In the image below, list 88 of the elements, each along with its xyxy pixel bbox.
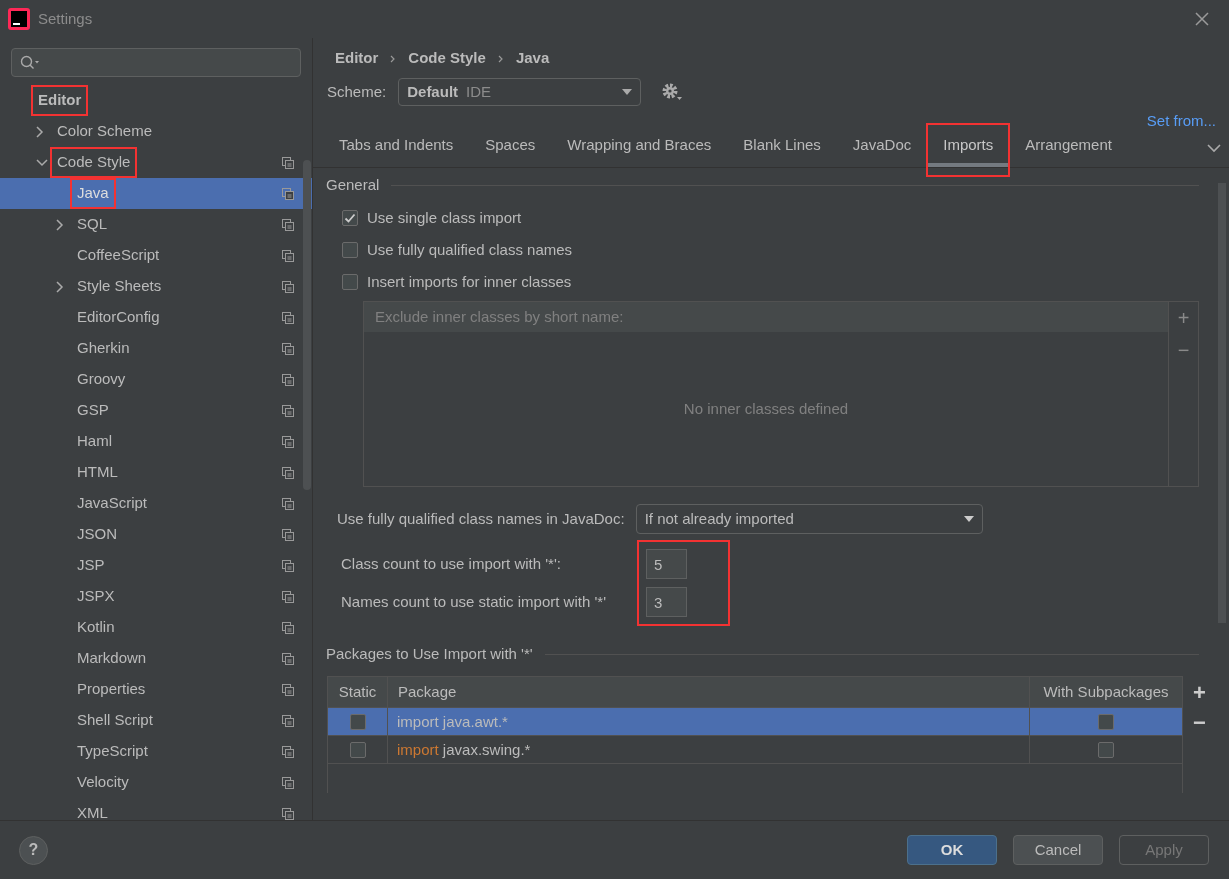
chevron-right-icon[interactable] bbox=[56, 218, 64, 231]
app-logo-icon bbox=[8, 8, 30, 30]
section-title: General bbox=[326, 174, 380, 195]
close-icon[interactable] bbox=[1195, 12, 1209, 26]
tree-item[interactable]: Properties bbox=[77, 678, 146, 701]
scheme-label: Scheme: bbox=[327, 81, 387, 102]
scheme-dropdown[interactable]: Default IDE bbox=[398, 78, 642, 106]
remove-button[interactable]: − bbox=[1193, 708, 1206, 738]
tree-item[interactable]: XML bbox=[77, 802, 108, 820]
checkbox-label[interactable]: Use single class import bbox=[367, 206, 522, 230]
tree-item[interactable]: SQL bbox=[77, 213, 107, 236]
breadcrumb-item[interactable]: Code Style bbox=[408, 47, 486, 70]
tree-item[interactable]: Markdown bbox=[77, 647, 147, 670]
checkbox[interactable] bbox=[342, 274, 358, 290]
number-field[interactable]: 3 bbox=[646, 587, 687, 617]
search-field[interactable] bbox=[11, 48, 301, 77]
tree-item[interactable]: Java bbox=[77, 182, 109, 205]
field-label: Class count to use import with '*': bbox=[341, 553, 562, 574]
dialog-button[interactable]: Cancel bbox=[1013, 835, 1103, 865]
tree-item[interactable]: Groovy bbox=[77, 368, 126, 391]
chevron-right-icon[interactable] bbox=[36, 125, 44, 138]
tree-item[interactable]: JSON bbox=[77, 523, 117, 546]
checkbox[interactable] bbox=[349, 741, 366, 758]
tree-item[interactable]: JSP bbox=[77, 554, 105, 577]
tree-item[interactable]: Velocity bbox=[77, 771, 129, 794]
breadcrumb-item[interactable]: Java bbox=[515, 47, 550, 70]
selected-tree-row[interactable]: Java bbox=[0, 178, 312, 209]
table-row[interactable]: import javax.swing.* bbox=[328, 736, 1182, 764]
checkbox[interactable] bbox=[349, 713, 366, 730]
chevron-right-icon[interactable] bbox=[56, 280, 64, 293]
window-title: Settings bbox=[38, 8, 93, 29]
chevron-down-icon[interactable] bbox=[1207, 144, 1221, 153]
dropdown-arrow-icon bbox=[622, 89, 633, 95]
checkbox-label[interactable]: Insert imports for inner classes bbox=[367, 270, 572, 294]
tree-item[interactable]: JavaScript bbox=[77, 492, 148, 515]
tab[interactable]: Tabs and Indents bbox=[323, 127, 470, 167]
tab[interactable]: JavaDoc bbox=[836, 127, 928, 167]
breadcrumb-separator-icon bbox=[390, 54, 397, 63]
column-header[interactable]: Static bbox=[328, 677, 387, 707]
tab[interactable]: Spaces bbox=[469, 127, 552, 167]
tree-item[interactable]: JSPX bbox=[77, 585, 115, 608]
number-field[interactable]: 5 bbox=[646, 549, 687, 579]
tree-item[interactable]: Code Style bbox=[57, 151, 131, 174]
tree-item[interactable]: GSP bbox=[77, 399, 109, 422]
chevron-down-icon[interactable] bbox=[36, 158, 48, 167]
column-header[interactable]: Package bbox=[387, 677, 1029, 707]
tree-item[interactable]: Shell Script bbox=[77, 709, 153, 732]
checkbox[interactable] bbox=[1098, 741, 1114, 758]
tab[interactable]: Arrangement bbox=[1009, 127, 1128, 167]
field-label: Use fully qualified class names in JavaDoc: bbox=[337, 508, 625, 529]
set-from-link[interactable]: Set from... bbox=[1146, 110, 1216, 128]
breadcrumb-separator-icon bbox=[497, 54, 504, 63]
dialog-button[interactable]: OK bbox=[907, 835, 997, 865]
scrollbar-thumb[interactable] bbox=[303, 160, 311, 490]
checkmark-icon bbox=[344, 213, 356, 223]
tree-item[interactable]: Color Scheme bbox=[57, 120, 153, 143]
tree-item[interactable]: Editor bbox=[38, 89, 82, 112]
tree-item[interactable]: Haml bbox=[77, 430, 112, 453]
checkbox[interactable] bbox=[342, 210, 358, 226]
tab[interactable]: Blank Lines bbox=[727, 127, 837, 167]
breadcrumb-item[interactable]: Editor bbox=[335, 47, 379, 70]
checkbox[interactable] bbox=[342, 242, 358, 258]
gear-icon[interactable] bbox=[661, 82, 684, 102]
empty-list-text: No inner classes defined bbox=[683, 398, 849, 419]
field-label: Names count to use static import with '*' bbox=[341, 591, 607, 612]
section-title: Packages to Use Import with '*' bbox=[326, 643, 533, 664]
checkbox[interactable] bbox=[1098, 713, 1114, 730]
search-icon bbox=[20, 54, 40, 71]
tab[interactable]: Wrapping and Braces bbox=[551, 127, 728, 167]
tree-item[interactable]: HTML bbox=[77, 461, 118, 484]
tree-item[interactable]: EditorConfig bbox=[77, 306, 160, 329]
tree-item[interactable]: Kotlin bbox=[77, 616, 115, 639]
dropdown-arrow-icon bbox=[963, 516, 974, 522]
tree-item[interactable]: CoffeeScript bbox=[77, 244, 160, 267]
add-button[interactable]: + bbox=[1177, 302, 1190, 334]
tree-item[interactable]: Gherkin bbox=[77, 337, 130, 360]
list-header: Exclude inner classes by short name: bbox=[364, 302, 1168, 332]
table-cell: import javax.swing.* bbox=[387, 736, 1029, 763]
help-button[interactable]: ? bbox=[19, 835, 48, 865]
column-header[interactable]: With Subpackages bbox=[1029, 677, 1182, 707]
tab[interactable]: Imports bbox=[927, 127, 1010, 167]
remove-button[interactable]: − bbox=[1177, 334, 1190, 366]
tree-item[interactable]: TypeScript bbox=[77, 740, 148, 763]
add-button[interactable]: + bbox=[1193, 678, 1206, 708]
tree-item[interactable]: Style Sheets bbox=[77, 275, 162, 298]
table-cell: import java.awt.* bbox=[387, 708, 1029, 735]
checkbox-label[interactable]: Use fully qualified class names bbox=[367, 238, 573, 262]
javadoc-dropdown[interactable]: If not already imported bbox=[635, 504, 983, 534]
